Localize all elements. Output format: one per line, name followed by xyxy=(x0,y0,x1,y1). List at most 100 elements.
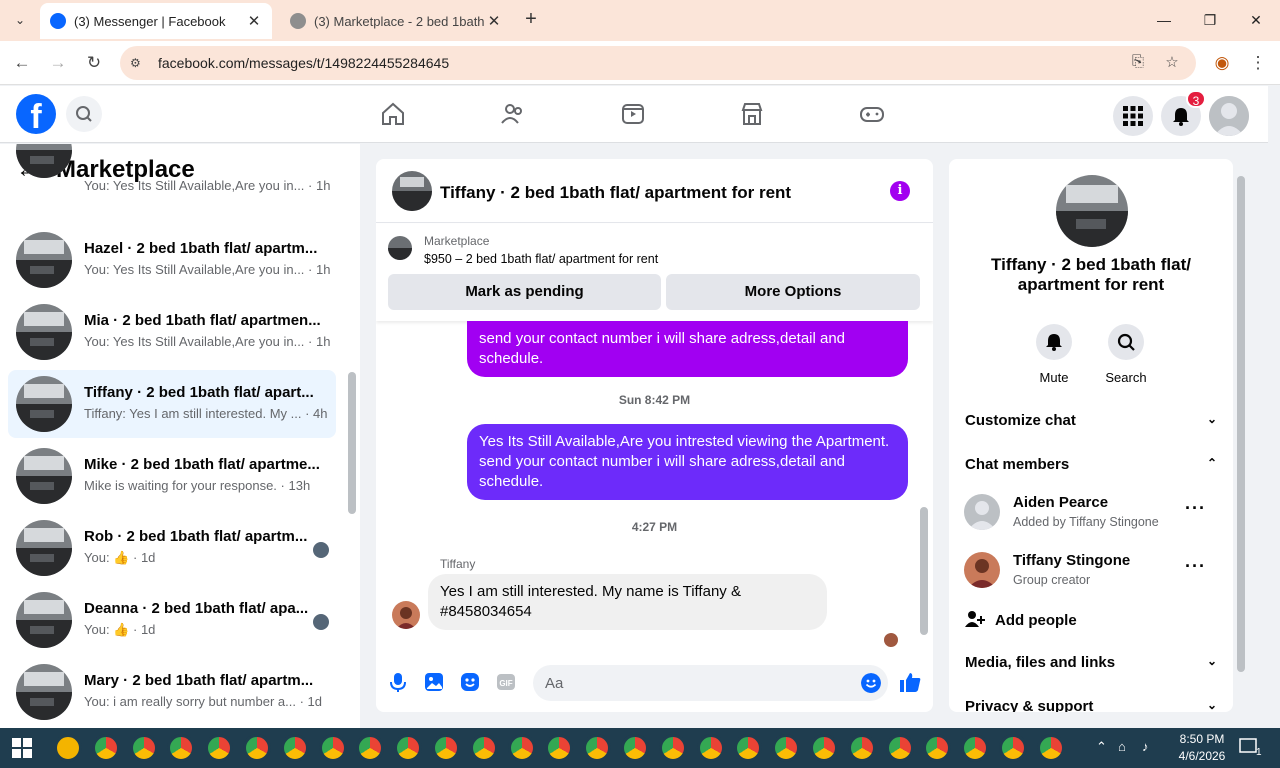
conversation-item[interactable]: Mary · 2 bed 1bath flat/ apartm... You: i… xyxy=(8,658,336,726)
member-row[interactable]: Tiffany Stingone Group creator ··· xyxy=(964,552,1216,592)
mute-button[interactable]: Mute xyxy=(1026,324,1082,385)
like-thumb-icon[interactable] xyxy=(898,670,922,694)
site-info-icon[interactable]: ⚙ xyxy=(130,56,150,70)
list-scrollbar[interactable] xyxy=(348,372,356,514)
install-app-icon[interactable]: ⎘ xyxy=(1128,53,1148,73)
chrome-window-icon[interactable] xyxy=(621,734,649,762)
close-window-button[interactable]: ✕ xyxy=(1233,8,1279,32)
bookmark-star-icon[interactable]: ☆ xyxy=(1162,53,1182,73)
tray-chevron-icon[interactable]: ⌃ xyxy=(1096,739,1107,755)
minimize-button[interactable]: — xyxy=(1141,8,1187,32)
gaming-icon[interactable] xyxy=(858,100,886,128)
friends-icon[interactable] xyxy=(499,100,527,128)
message-input[interactable] xyxy=(533,665,833,701)
customize-chat-row[interactable]: Customize chat ⌄ xyxy=(965,412,1217,429)
home-icon[interactable] xyxy=(379,100,407,128)
sticker-icon[interactable] xyxy=(459,671,481,693)
mark-as-pending-button[interactable]: Mark as pending xyxy=(388,274,661,310)
chrome-window-icon[interactable] xyxy=(583,734,612,762)
conversation-item[interactable]: Mike · 2 bed 1bath flat/ apartme... Mike … xyxy=(8,442,336,510)
chrome-window-icon[interactable] xyxy=(167,734,196,762)
tab-messenger[interactable]: (3) Messenger | Facebook ✕ xyxy=(40,3,272,39)
conversation-item[interactable]: Deanna · 2 bed 1bath flat/ apa... You: 👍 … xyxy=(8,586,336,654)
menu-icon[interactable]: ⋮ xyxy=(1246,51,1270,75)
chrome-window-icon[interactable] xyxy=(91,734,120,762)
tab-marketplace[interactable]: (3) Marketplace - 2 bed 1bath f ✕ xyxy=(280,3,512,39)
forward-button[interactable]: → xyxy=(46,51,70,75)
conversation-item[interactable]: Tiffany · 2 bed 1bath flat/ apart... Tiff… xyxy=(8,370,336,438)
chrome-window-icon[interactable] xyxy=(734,734,763,762)
add-people-row[interactable]: Add people xyxy=(965,610,1217,629)
chrome-window-icon[interactable] xyxy=(432,734,460,762)
action-center-button[interactable]: 1 xyxy=(1238,736,1262,758)
incoming-message[interactable]: Yes I am still interested. My name is Ti… xyxy=(428,574,827,630)
gif-icon[interactable]: GIF xyxy=(495,671,517,693)
volume-icon[interactable]: ♪ xyxy=(1142,739,1149,754)
member-row[interactable]: Aiden Pearce Added by Tiffany Stingone ·… xyxy=(964,494,1216,534)
tab-search-icon[interactable]: ⌄ xyxy=(8,8,32,32)
chrome-window-icon[interactable] xyxy=(999,734,1027,762)
marketplace-icon[interactable] xyxy=(738,100,766,128)
network-icon[interactable]: ⌂ xyxy=(1118,739,1126,754)
new-tab-button[interactable]: + xyxy=(520,8,542,32)
close-tab-icon[interactable]: ✕ xyxy=(486,12,502,30)
chrome-window-icon[interactable] xyxy=(394,734,423,762)
search-in-chat-button[interactable]: Search xyxy=(1098,324,1154,385)
chat-members-row[interactable]: Chat members ⌃ xyxy=(965,456,1217,473)
menu-grid-button[interactable] xyxy=(1113,96,1153,136)
conversation-item[interactable]: Mia · 2 bed 1bath flat/ apartmen... You: … xyxy=(8,298,336,366)
restore-button[interactable]: ❐ xyxy=(1187,8,1233,32)
chrome-window-icon[interactable] xyxy=(810,734,838,762)
listing-price-title[interactable]: $950 – 2 bed 1bath flat/ apartment for r… xyxy=(424,252,658,266)
outgoing-message[interactable]: send your contact number i will share ad… xyxy=(467,321,908,377)
chrome-window-icon[interactable] xyxy=(545,734,574,762)
chat-title[interactable]: Tiffany · 2 bed 1bath flat/ apartment fo… xyxy=(440,183,791,203)
facebook-logo-icon[interactable]: f xyxy=(16,94,56,134)
chrome-window-icon[interactable] xyxy=(318,734,347,762)
chrome-window-icon[interactable] xyxy=(658,734,687,762)
reload-button[interactable]: ↻ xyxy=(82,51,106,75)
back-button[interactable]: ← xyxy=(10,51,34,75)
video-icon[interactable] xyxy=(619,100,647,128)
profile-icon[interactable]: ◉ xyxy=(1210,51,1234,75)
omnibox[interactable]: ⚙ facebook.com/messages/t/14982244552846… xyxy=(120,46,1196,80)
chrome-window-icon[interactable] xyxy=(469,734,498,762)
chrome-window-icon[interactable] xyxy=(961,734,990,762)
chrome-window-icon[interactable] xyxy=(1036,734,1065,762)
account-avatar[interactable] xyxy=(1209,96,1249,136)
chat-avatar[interactable] xyxy=(392,171,432,211)
media-files-row[interactable]: Media, files and links ⌄ xyxy=(965,654,1217,671)
taskbar-clock[interactable]: 8:50 PM 4/6/2026 xyxy=(1170,731,1234,765)
chrome-window-icon[interactable] xyxy=(772,734,801,762)
chrome-window-icon[interactable] xyxy=(923,734,952,762)
more-icon[interactable]: ··· xyxy=(1185,556,1206,577)
microphone-icon[interactable] xyxy=(387,671,409,693)
chrome-window-icon[interactable] xyxy=(280,734,309,762)
group-avatar[interactable] xyxy=(1056,175,1128,247)
more-icon[interactable]: ··· xyxy=(1185,498,1206,519)
windows-start-icon[interactable] xyxy=(12,738,32,758)
sender-avatar[interactable] xyxy=(392,601,420,629)
file-explorer-icon[interactable] xyxy=(54,734,82,762)
close-tab-icon[interactable]: ✕ xyxy=(246,12,262,30)
emoji-icon[interactable] xyxy=(861,673,881,693)
search-button[interactable] xyxy=(66,96,102,132)
chat-scrollbar[interactable] xyxy=(920,507,928,635)
chrome-window-icon[interactable] xyxy=(129,734,158,762)
chrome-window-icon[interactable] xyxy=(243,734,271,762)
conversation-item[interactable]: You: Yes Its Still Available,Are you in.… xyxy=(8,144,336,193)
details-scrollbar[interactable] xyxy=(1237,176,1245,672)
chrome-window-icon[interactable] xyxy=(885,734,914,762)
conversation-item[interactable]: Hazel · 2 bed 1bath flat/ apartm... You: … xyxy=(8,226,336,294)
info-icon[interactable]: i xyxy=(890,181,910,201)
more-options-button[interactable]: More Options xyxy=(666,274,920,310)
outgoing-message[interactable]: Yes Its Still Available,Are you intreste… xyxy=(467,424,908,500)
photo-icon[interactable] xyxy=(423,671,445,693)
chrome-window-icon[interactable] xyxy=(507,734,536,762)
chrome-window-icon[interactable] xyxy=(205,734,234,762)
chrome-window-icon[interactable] xyxy=(696,734,725,762)
chrome-window-icon[interactable] xyxy=(356,734,385,762)
privacy-support-row[interactable]: Privacy & support ⌄ xyxy=(965,698,1217,712)
chrome-window-icon[interactable] xyxy=(847,734,876,762)
conversation-item[interactable]: Rob · 2 bed 1bath flat/ apartm... You: 👍 … xyxy=(8,514,336,582)
